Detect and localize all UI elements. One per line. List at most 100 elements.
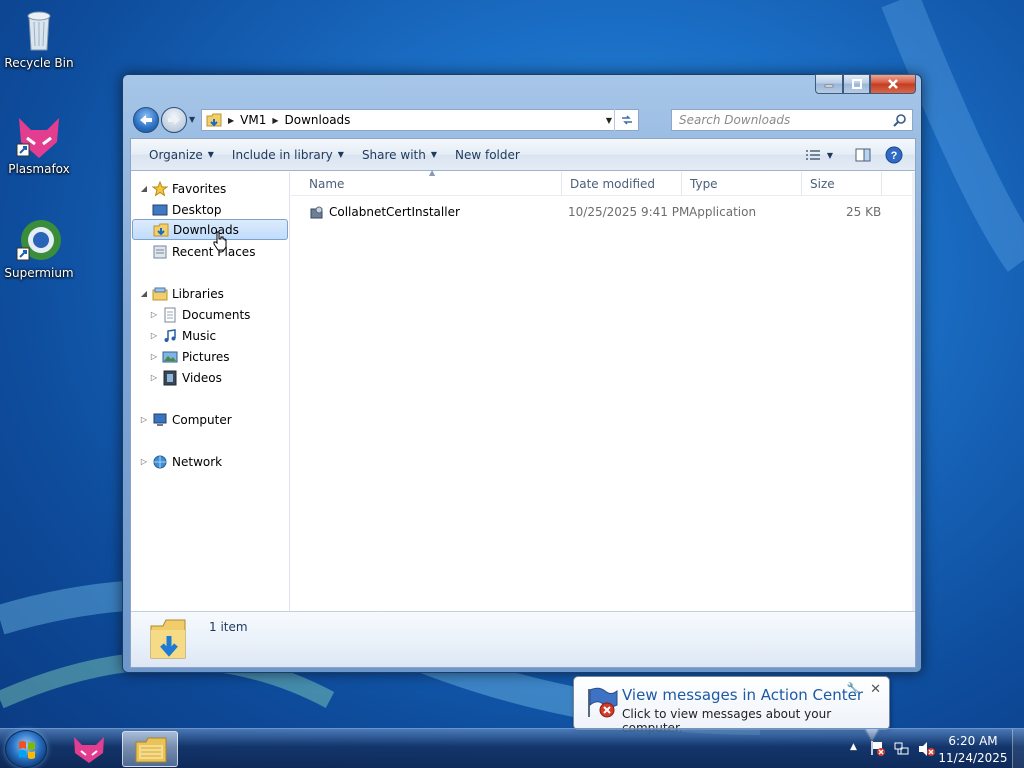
column-header-name[interactable]: Name — [301, 172, 562, 196]
chevron-down-icon: ▼ — [207, 150, 214, 159]
nav-label: Libraries — [172, 286, 224, 301]
options-icon[interactable]: 🔧 — [847, 683, 859, 694]
item-count: 1 item — [209, 620, 248, 634]
action-center-flag-icon — [588, 687, 618, 718]
refresh-button[interactable] — [614, 109, 638, 131]
collapsed-arrow-icon[interactable]: ▷ — [139, 457, 149, 466]
column-header-date-modified[interactable]: Date modified — [562, 172, 682, 196]
preview-pane-icon — [855, 148, 871, 162]
nav-downloads[interactable]: Downloads — [132, 219, 288, 240]
file-explorer-icon — [135, 737, 167, 763]
navigation-bar: ▼ ▶ VM1 ▶ Downloads ▼ Search Downloads — [131, 105, 913, 135]
view-controls: ▼ ? — [801, 139, 915, 171]
nav-desktop[interactable]: Desktop — [149, 199, 222, 220]
caption-buttons — [815, 74, 916, 94]
downloads-folder-icon — [153, 222, 169, 238]
expanded-arrow-icon[interactable]: ◢ — [139, 289, 149, 298]
volume-muted-icon[interactable] — [918, 741, 936, 757]
action-center-notification[interactable]: View messages in Action Center Click to … — [573, 676, 890, 743]
recycle-bin-icon — [15, 6, 63, 54]
clock-date: 11/24/2025 — [938, 751, 1008, 765]
nav-favorites[interactable]: ◢ Favorites — [139, 178, 226, 199]
breadcrumb-downloads[interactable]: Downloads — [285, 113, 351, 127]
navigation-pane: ◢ Favorites Desktop Downloads Recent Pla… — [131, 172, 290, 613]
breadcrumb-separator-icon[interactable]: ▶ — [272, 116, 278, 125]
help-button[interactable]: ? — [881, 143, 915, 167]
share-with-button[interactable]: Share with ▼ — [353, 143, 446, 167]
scrollbar[interactable] — [912, 172, 915, 613]
address-dropdown-icon[interactable]: ▼ — [606, 116, 612, 125]
network-icon — [152, 454, 168, 470]
breadcrumb-vm1[interactable]: VM1 — [240, 113, 266, 127]
nav-label: Favorites — [172, 181, 227, 196]
collapsed-arrow-icon[interactable]: ▷ — [139, 415, 149, 424]
nav-label: Network — [172, 454, 223, 469]
nav-libraries[interactable]: ◢ Libraries — [139, 283, 224, 304]
close-notification-icon[interactable]: ✕ — [870, 682, 881, 697]
nav-label: Music — [182, 328, 217, 343]
new-folder-label: New folder — [455, 147, 520, 162]
address-bar[interactable]: ▶ VM1 ▶ Downloads ▼ — [201, 109, 639, 131]
nav-label: Pictures — [182, 349, 230, 364]
column-headers: ▲ Name Date modified Type Size — [291, 168, 915, 196]
start-button[interactable] — [5, 730, 47, 768]
column-header-type[interactable]: Type — [682, 172, 802, 196]
change-view-button[interactable] — [801, 143, 825, 167]
nav-label: Documents — [182, 307, 251, 322]
nav-network[interactable]: ▷ Network — [139, 451, 222, 472]
recent-pages-dropdown[interactable]: ▼ — [189, 115, 197, 124]
help-icon: ? — [885, 146, 903, 164]
desktop-icon — [152, 202, 168, 218]
file-row[interactable]: CollabnetCertInstaller 10/25/2025 9:41 P… — [291, 202, 891, 224]
explorer-window: ▼ ▶ VM1 ▶ Downloads ▼ Search Downloads O… — [122, 74, 922, 673]
details-pane: 1 item — [131, 611, 915, 667]
nav-label: Computer — [172, 412, 232, 427]
desktop-icon-supermium[interactable]: Supermium — [0, 216, 78, 280]
nav-videos[interactable]: ▷ Videos — [149, 367, 222, 388]
collapsed-arrow-icon[interactable]: ▷ — [149, 310, 159, 319]
show-hidden-icons-icon[interactable]: ▲ — [850, 742, 857, 752]
forward-button[interactable] — [161, 107, 187, 133]
desktop-icon-label: Plasmafox — [8, 162, 70, 176]
nav-pictures[interactable]: ▷ Pictures — [149, 346, 230, 367]
supermium-icon — [15, 216, 63, 264]
organize-button[interactable]: Organize ▼ — [140, 143, 223, 167]
show-desktop-button[interactable] — [1012, 729, 1024, 768]
new-folder-button[interactable]: New folder — [446, 143, 529, 167]
downloads-folder-large-icon — [150, 619, 186, 659]
desktop-icon-plasmafox[interactable]: Plasmafox — [0, 112, 78, 176]
system-clock[interactable]: 6:20 AM 11/24/2025 — [938, 733, 1008, 767]
nav-music[interactable]: ▷ Music — [149, 325, 216, 346]
search-input[interactable]: Search Downloads — [671, 109, 913, 131]
minimize-button[interactable] — [815, 74, 843, 94]
search-icon[interactable] — [893, 113, 907, 127]
maximize-icon — [851, 79, 862, 89]
chevron-down-icon: ▼ — [337, 150, 344, 159]
windows-logo-icon — [19, 741, 35, 759]
desktop-icon-recycle-bin[interactable]: Recycle Bin — [0, 6, 78, 70]
include-in-library-button[interactable]: Include in library ▼ — [223, 143, 353, 167]
preview-pane-button[interactable] — [845, 143, 881, 167]
maximize-button[interactable] — [843, 74, 870, 94]
back-button[interactable] — [133, 107, 159, 133]
nav-recent-places[interactable]: Recent Places — [149, 241, 255, 262]
collapsed-arrow-icon[interactable]: ▷ — [149, 352, 159, 361]
breadcrumb-separator-icon[interactable]: ▶ — [228, 116, 234, 125]
expanded-arrow-icon[interactable]: ◢ — [139, 184, 149, 193]
view-options-dropdown[interactable]: ▼ — [825, 143, 845, 167]
chevron-down-icon: ▼ — [826, 150, 833, 160]
collapsed-arrow-icon[interactable]: ▷ — [149, 331, 159, 340]
nav-computer[interactable]: ▷ Computer — [139, 409, 232, 430]
documents-icon — [162, 307, 178, 323]
column-header-size[interactable]: Size — [802, 172, 882, 196]
notification-title[interactable]: View messages in Action Center — [622, 686, 863, 704]
taskbar-plasmafox-button[interactable] — [62, 731, 118, 767]
nav-documents[interactable]: ▷ Documents — [149, 304, 250, 325]
back-arrow-icon — [140, 115, 152, 125]
close-button[interactable] — [870, 74, 916, 94]
desktop-icon-label: Supermium — [4, 266, 74, 280]
network-status-icon[interactable] — [894, 741, 910, 757]
taskbar-explorer-button[interactable] — [122, 731, 178, 767]
action-center-flag-icon[interactable] — [870, 739, 886, 757]
collapsed-arrow-icon[interactable]: ▷ — [149, 373, 159, 382]
